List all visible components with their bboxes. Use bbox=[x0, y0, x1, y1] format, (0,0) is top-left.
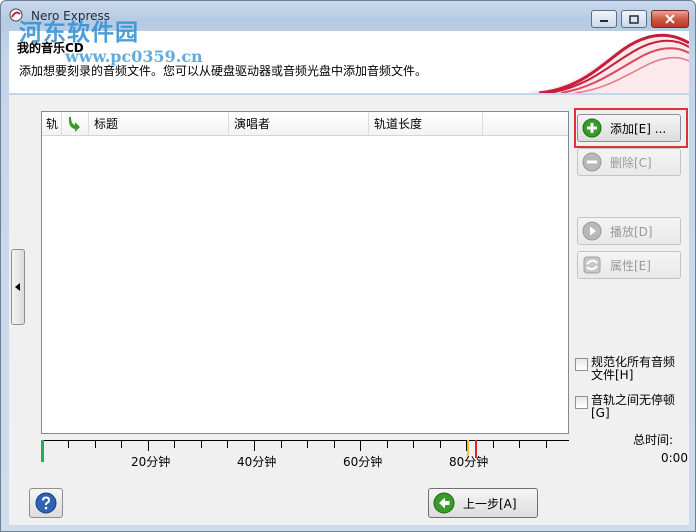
timeline-tick bbox=[360, 441, 361, 451]
no-gap-option[interactable]: 音轨之间无停顿 [G] bbox=[575, 394, 675, 420]
normalize-audio-checkbox[interactable] bbox=[575, 358, 588, 371]
timeline-label-60: 60分钟 bbox=[343, 455, 383, 469]
total-time-label: 总时间: bbox=[633, 433, 674, 447]
side-panel-toggle[interactable] bbox=[11, 249, 25, 325]
delete-button[interactable]: 删除[C] bbox=[577, 148, 681, 176]
column-header-track[interactable]: 轨 bbox=[42, 112, 62, 136]
back-arrow-icon bbox=[433, 492, 455, 514]
timeline-tick bbox=[201, 441, 202, 448]
timeline-tick bbox=[121, 441, 122, 448]
properties-button-label: 属性[E] bbox=[610, 258, 651, 273]
column-header-artist[interactable]: 演唱者 bbox=[229, 112, 369, 136]
add-button[interactable]: 添加[E] ... bbox=[577, 114, 681, 142]
timeline-tick bbox=[307, 441, 308, 448]
timeline-tick bbox=[148, 441, 149, 451]
watermark-logo: 河东软件园 bbox=[19, 19, 139, 46]
column-header-title[interactable]: 标题 bbox=[89, 112, 229, 136]
timeline-label-80: 80分钟 bbox=[449, 455, 489, 469]
no-gap-label-line2: [G] bbox=[591, 406, 610, 420]
maximize-button[interactable] bbox=[621, 10, 647, 28]
properties-button[interactable]: 属性[E] bbox=[577, 251, 681, 279]
timeline-tick bbox=[466, 441, 467, 451]
main-content: 轨 标题 演唱者 轨道长度 20分钟 40分钟 60分钟 80分钟 添加[E] … bbox=[9, 95, 689, 479]
green-arrow-down-icon bbox=[68, 117, 80, 132]
help-button[interactable] bbox=[29, 488, 63, 518]
normalize-audio-option[interactable]: 规范化所有音频 文件[H] bbox=[575, 356, 675, 382]
play-button-label: 播放[D] bbox=[610, 224, 653, 239]
close-button[interactable] bbox=[651, 10, 689, 28]
close-icon bbox=[665, 14, 675, 24]
timeline-tick bbox=[174, 441, 175, 448]
timeline-label-40: 40分钟 bbox=[237, 455, 277, 469]
play-button[interactable]: 播放[D] bbox=[577, 217, 681, 245]
minimize-button[interactable] bbox=[591, 10, 617, 28]
delete-button-label: 删除[C] bbox=[610, 155, 652, 170]
timeline-tick bbox=[519, 441, 520, 448]
timeline-tick bbox=[387, 441, 388, 448]
footer-bar: 上一步[A] bbox=[9, 479, 689, 525]
timeline-tick bbox=[68, 441, 69, 448]
watermark-url: www.pc0359.cn bbox=[65, 47, 203, 66]
chevron-left-icon bbox=[15, 283, 20, 291]
list-header: 轨 标题 演唱者 轨道长度 bbox=[42, 112, 568, 136]
nero-wave-logo bbox=[529, 33, 689, 93]
timeline-tick bbox=[493, 441, 494, 448]
timeline-tick bbox=[281, 441, 282, 448]
audio-track-list[interactable]: 轨 标题 演唱者 轨道长度 bbox=[41, 111, 569, 434]
timeline-tick bbox=[413, 441, 414, 448]
timeline-start-marker bbox=[41, 440, 44, 462]
delete-minus-icon bbox=[582, 152, 602, 172]
properties-icon bbox=[583, 256, 601, 274]
column-header-length[interactable]: 轨道长度 bbox=[369, 112, 483, 136]
add-plus-icon bbox=[582, 118, 602, 138]
help-icon bbox=[35, 492, 57, 514]
timeline-tick bbox=[440, 441, 441, 448]
timeline-label-20: 20分钟 bbox=[131, 455, 171, 469]
no-gap-checkbox[interactable] bbox=[575, 396, 588, 409]
timeline-tick bbox=[95, 441, 96, 448]
back-button[interactable]: 上一步[A] bbox=[428, 488, 538, 518]
total-time-value: 0:00 bbox=[661, 451, 688, 465]
maximize-icon bbox=[629, 14, 639, 24]
timeline-tick bbox=[334, 441, 335, 448]
minimize-icon bbox=[600, 20, 608, 22]
no-gap-label: 音轨之间无停顿 [G] bbox=[591, 394, 675, 420]
add-button-label: 添加[E] ... bbox=[610, 121, 667, 136]
normalize-audio-label-line2: 文件[H] bbox=[591, 368, 634, 382]
timeline-tick bbox=[227, 441, 228, 448]
column-header-sort[interactable] bbox=[62, 112, 89, 136]
nero-express-window: Nero Express 我的音乐CD 添加想要刻录的音频文件。您可以从硬盘驱动… bbox=[0, 0, 696, 532]
timeline-tick bbox=[546, 441, 547, 448]
normalize-audio-label: 规范化所有音频 文件[H] bbox=[591, 356, 675, 382]
capacity-timeline: 20分钟 40分钟 60分钟 80分钟 bbox=[41, 440, 569, 469]
back-button-label: 上一步[A] bbox=[463, 496, 517, 511]
timeline-tick bbox=[254, 441, 255, 451]
play-icon bbox=[582, 221, 602, 241]
